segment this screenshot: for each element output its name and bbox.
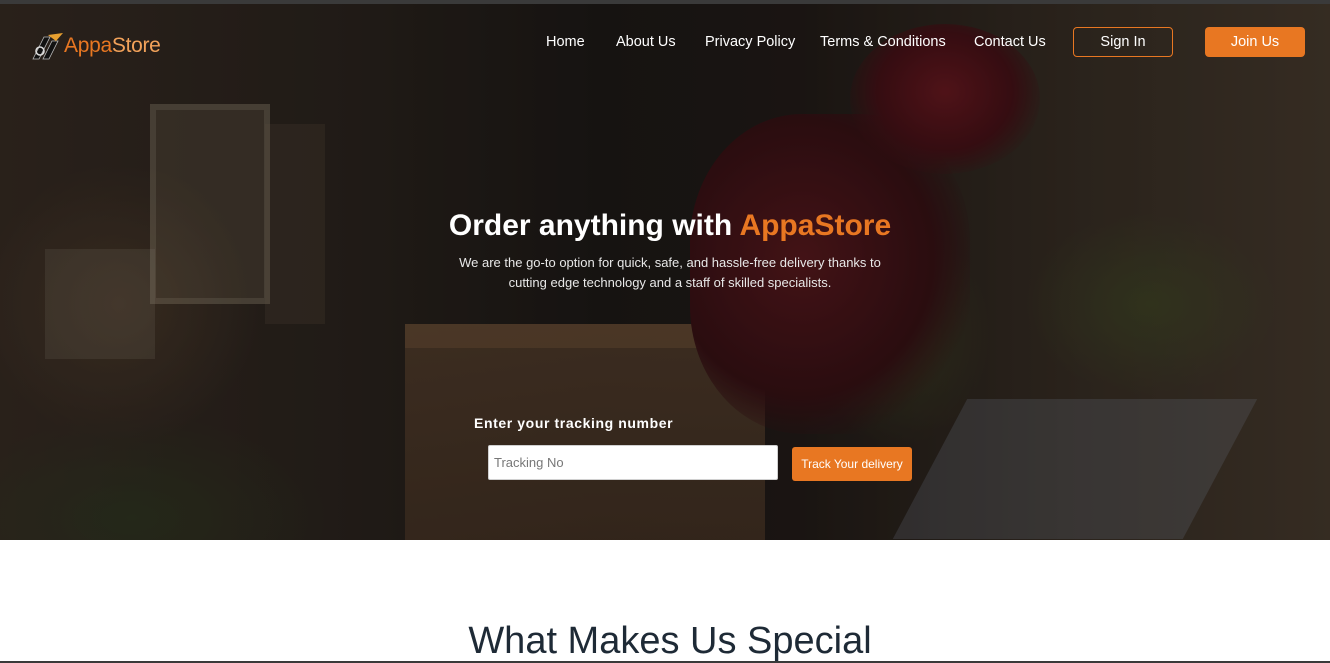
section-title: What Makes Us Special bbox=[468, 620, 872, 662]
nav-about-us[interactable]: About Us bbox=[616, 34, 676, 50]
tracking-label: Enter your tracking number bbox=[474, 415, 674, 431]
nav-home[interactable]: Home bbox=[546, 34, 585, 50]
hero-subtext: We are the go-to option for quick, safe,… bbox=[459, 255, 881, 290]
sign-in-button[interactable]: Sign In bbox=[1073, 27, 1173, 57]
nav-terms-conditions[interactable]: Terms & Conditions bbox=[820, 34, 946, 50]
headline-prefix: Order anything with bbox=[448, 209, 740, 242]
headline-brand: AppaStore bbox=[739, 209, 892, 242]
nav-privacy-policy[interactable]: Privacy Policy bbox=[705, 34, 795, 50]
tracking-number-input[interactable] bbox=[488, 445, 778, 480]
join-us-button[interactable]: Join Us bbox=[1205, 27, 1305, 57]
hero-headline: Order anything with AppaStore bbox=[0, 209, 1330, 243]
nav-contact-us[interactable]: Contact Us bbox=[974, 34, 1046, 50]
track-delivery-button[interactable]: Track Your delivery bbox=[792, 447, 912, 481]
hero-banner: AppaStore Home About Us Privacy Policy T… bbox=[0, 4, 1330, 540]
